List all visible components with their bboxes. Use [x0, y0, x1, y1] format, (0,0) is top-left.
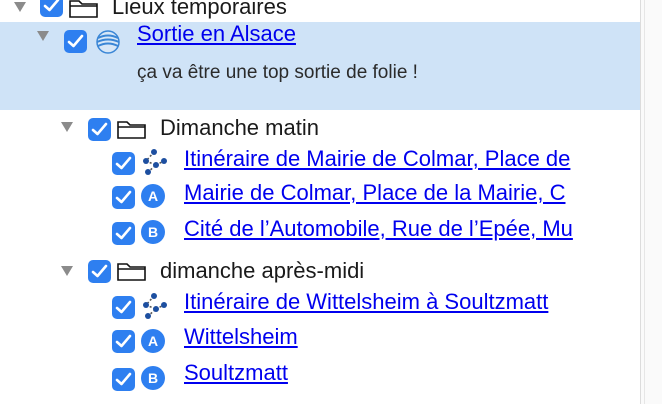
- disclosure-triangle-icon[interactable]: [61, 122, 73, 132]
- globe-icon: [96, 30, 120, 54]
- tree-link-sortie[interactable]: Sortie en Alsace: [137, 21, 296, 47]
- tree-row-marker-a[interactable]: A Mairie de Colmar, Place de la Mairie, …: [0, 178, 640, 212]
- svg-text:A: A: [148, 188, 158, 204]
- checkbox-sortie[interactable]: [64, 30, 87, 53]
- tree-row-marker-b[interactable]: B Cité de l’Automobile, Rue de l’Epée, M…: [0, 212, 640, 246]
- tree-link-marker-a[interactable]: Mairie de Colmar, Place de la Mairie, C: [184, 180, 565, 206]
- folder-icon: [69, 0, 98, 18]
- tree-label-folder: Dimanche matin: [160, 115, 319, 140]
- folder-icon: [117, 263, 146, 281]
- marker-a-icon: A: [141, 329, 165, 353]
- checkbox-item[interactable]: [112, 296, 135, 319]
- tree-link-marker-b[interactable]: Soultzmatt: [184, 360, 288, 386]
- disclosure-triangle-icon[interactable]: [14, 2, 26, 12]
- places-tree-panel: Lieux temporaires Sortie en Alsace ça va…: [0, 0, 640, 404]
- disclosure-triangle-icon[interactable]: [37, 31, 49, 41]
- tree-link-marker-b[interactable]: Cité de l’Automobile, Rue de l’Epée, Mu: [184, 216, 573, 242]
- checkbox-item[interactable]: [112, 152, 135, 175]
- checkbox-folder[interactable]: [88, 260, 111, 283]
- tree-label-folder: dimanche après-midi: [160, 258, 365, 283]
- checkbox-root[interactable]: [40, 0, 63, 17]
- tree-link-marker-a[interactable]: Wittelsheim: [184, 324, 298, 350]
- folder-icon: [117, 121, 146, 139]
- tree-row-marker-b[interactable]: B Soultzmatt: [0, 356, 640, 391]
- tree-row-root[interactable]: Lieux temporaires: [0, 0, 640, 20]
- checkbox-item[interactable]: [112, 330, 135, 353]
- marker-b-icon: B: [141, 366, 165, 390]
- tree-row-folder-dimanche-apres-midi[interactable]: dimanche après-midi: [0, 256, 640, 290]
- tree-row-route[interactable]: Itinéraire de Wittelsheim à Soultzmatt: [0, 288, 640, 322]
- tree-row-route[interactable]: Itinéraire de Mairie de Colmar, Place de: [0, 144, 640, 178]
- svg-text:B: B: [148, 224, 158, 240]
- vertical-scrollbar[interactable]: [640, 0, 662, 404]
- checkbox-item[interactable]: [112, 186, 135, 209]
- disclosure-triangle-icon[interactable]: [61, 266, 73, 276]
- tree-link-route[interactable]: Itinéraire de Wittelsheim à Soultzmatt: [184, 289, 548, 315]
- tree-description-sortie: ça va être une top sortie de folie !: [137, 62, 418, 83]
- tree-row-sortie[interactable]: Sortie en Alsace: [0, 20, 640, 54]
- marker-a-icon: A: [141, 184, 165, 208]
- tree-row-marker-a[interactable]: A Wittelsheim: [0, 322, 640, 356]
- route-icon: [143, 149, 167, 175]
- tree-row-folder-dimanche-matin[interactable]: Dimanche matin: [0, 112, 640, 146]
- checkbox-item[interactable]: [112, 368, 135, 391]
- svg-text:A: A: [148, 333, 158, 349]
- checkbox-folder[interactable]: [88, 118, 111, 141]
- svg-text:B: B: [148, 370, 158, 386]
- tree-link-route[interactable]: Itinéraire de Mairie de Colmar, Place de: [184, 146, 570, 172]
- checkbox-item[interactable]: [112, 222, 135, 245]
- marker-b-icon: B: [141, 220, 165, 244]
- route-icon: [143, 293, 167, 319]
- tree-label-root: Lieux temporaires: [112, 0, 287, 19]
